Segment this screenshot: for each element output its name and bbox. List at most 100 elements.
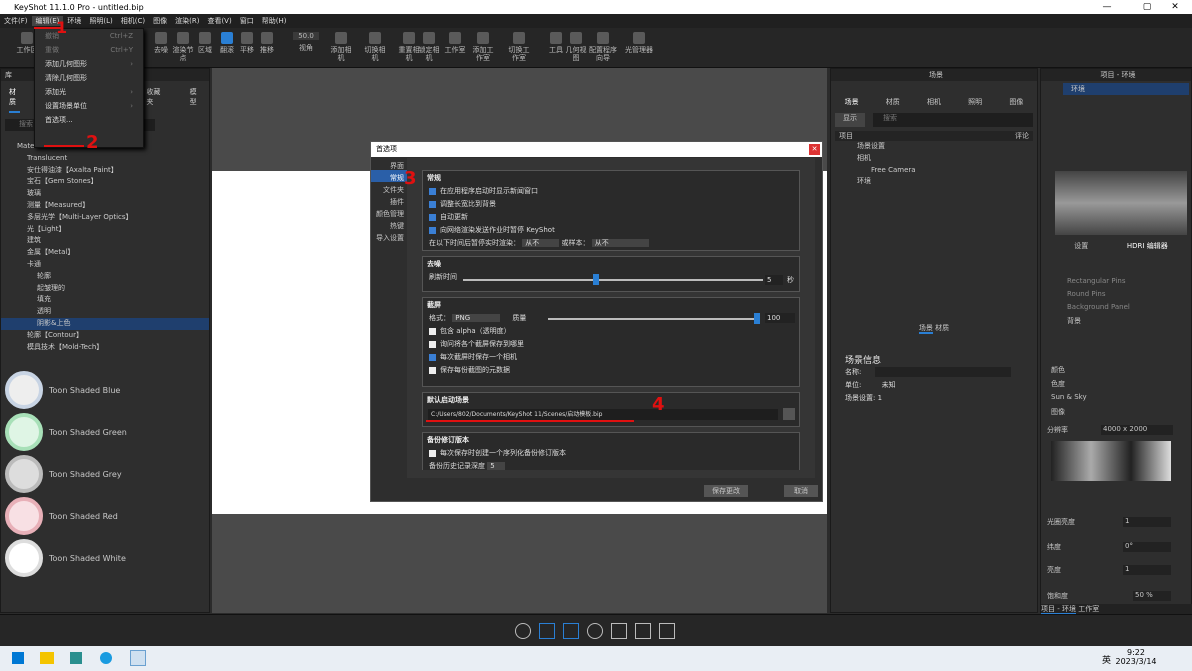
tab-scene-lighting[interactable]: 照明 [968,97,982,107]
list-item[interactable]: 起皱理的 [1,283,209,295]
checkbox-backup[interactable]: 每次保存时创建一个序列化备份修订版本 [423,447,799,460]
exposure-field[interactable]: 1 [1123,565,1171,575]
tool-reset-camera[interactable]: 重置相机 [398,32,420,62]
checkbox-pause-network[interactable]: 向网络渲染发送作业时暂停 KeyShot [423,224,799,237]
library-toggle-icon[interactable] [539,623,555,639]
explorer-icon[interactable] [40,652,54,664]
tree-scene-settings[interactable]: 场景设置 [831,141,1037,153]
tool-region[interactable]: 区域 [194,32,216,54]
tab-env-settings[interactable]: 设置 [1074,241,1088,251]
nav-general[interactable]: 常规 [371,170,407,182]
checkbox-ask-location[interactable]: 询问将各个截屏保存到哪里 [423,338,799,351]
thumb-blue[interactable]: Toon Shaded Blue [5,369,205,411]
dialog-close-button[interactable]: ✕ [809,144,820,155]
tool-switch-studio[interactable]: 切换工作室 [508,32,530,62]
quality-slider-handle[interactable] [754,313,760,324]
format-select[interactable]: PNG [452,314,501,322]
list-item[interactable]: 卡通 [1,259,209,271]
start-icon[interactable] [12,652,24,664]
subtab-material[interactable]: 材质 [935,324,949,332]
subtab-scene[interactable]: 场景 [918,324,933,335]
quality-value[interactable]: 100 [765,313,795,323]
tool-add-studio[interactable]: 添加工作室 [472,32,494,62]
nav-folders[interactable]: 文件夹 [371,182,407,194]
tab-studio[interactable]: 工作室 [1078,605,1099,613]
checkbox-autoupdate[interactable]: 自动更新 [423,211,799,224]
tool-geometry-view[interactable]: 几何视图 [565,32,587,62]
tool-add-camera[interactable]: 添加相机 [330,32,352,62]
list-item[interactable]: 光【Light】 [1,224,209,236]
list-item[interactable]: Translucent [1,153,209,165]
refresh-slider[interactable] [463,279,763,281]
tool-render-node[interactable]: 渲染节点 [172,32,194,62]
menu-item-scene-units[interactable]: 设置场景单位 › [35,99,143,113]
scene-search[interactable]: 搜索 [873,113,1033,127]
tree-environment[interactable]: 环境 [831,176,1037,188]
checkbox-save-camera[interactable]: 每次截屏时保存一个相机 [423,351,799,364]
menu-item-clear-geometry[interactable]: 清除几何图形 [35,71,143,85]
pin-background[interactable]: 背景 [1067,316,1187,329]
radio-gradient[interactable]: 色度 [1051,379,1087,393]
nav-color-mgmt[interactable]: 颜色管理 [371,206,407,218]
tool-switch-camera[interactable]: 切换相机 [364,32,386,62]
tool-studio[interactable]: 工作室 [444,32,466,54]
nav-interface[interactable]: 界面 [371,158,407,170]
menu-item-add-geometry[interactable]: 添加几何图形 › [35,57,143,71]
show-button[interactable]: 显示 [835,113,865,127]
list-item[interactable]: 轮廓 [1,271,209,283]
menu-item-preferences[interactable]: 首选项... [35,113,143,127]
animation-icon[interactable] [587,623,603,639]
radio-image[interactable]: 图像 [1051,407,1087,421]
nav-import[interactable]: 导入设置 [371,230,407,242]
tool-light-manager[interactable]: 光管理器 [624,32,654,54]
list-item[interactable]: 轮廓【Contour】 [1,330,209,342]
tab-scene-camera[interactable]: 相机 [927,97,941,107]
close-button[interactable]: ✕ [1158,0,1192,14]
refresh-value[interactable]: 5 [765,275,783,285]
pause-time-field[interactable]: 从不 [522,239,560,247]
menu-item-add-light[interactable]: 添加光 › [35,85,143,99]
checkbox-news[interactable]: 在应用程序启动时显示新闻窗口 [423,185,799,198]
list-item[interactable]: 透明 [1,306,209,318]
nav-hotkeys[interactable]: 热键 [371,218,407,230]
tab-hdri-editor[interactable]: HDRI 编辑器 [1127,241,1168,251]
menu-camera[interactable]: 相机(C) [117,16,149,26]
render-icon[interactable] [635,623,651,639]
edge-icon[interactable] [100,652,112,664]
thumb-red[interactable]: Toon Shaded Red [5,495,205,537]
env-item[interactable]: 环境 [1063,83,1189,95]
pin-round[interactable]: Round Pins [1067,290,1187,303]
list-item[interactable]: 阴影&上色 [1,317,209,330]
pin-rectangular[interactable]: Rectangular Pins [1067,277,1187,290]
list-item[interactable]: 建筑 [1,235,209,247]
menu-item-undo[interactable]: 撤销 Ctrl+Z [35,29,143,43]
tab-scene[interactable]: 场景 [845,97,859,107]
tree-camera[interactable]: 相机 [831,153,1037,165]
menu-file[interactable]: 文件(F) [0,16,32,26]
scene-name-field[interactable] [875,367,1012,378]
list-item[interactable]: 多层光学【Multi-Layer Optics】 [1,212,209,224]
project-toggle-icon[interactable] [563,623,579,639]
tab-scene-materials[interactable]: 材质 [886,97,900,107]
gradient-editor[interactable] [1051,441,1171,481]
menu-render[interactable]: 渲染(R) [171,16,203,26]
tool-configurator[interactable]: 配置程序向导 [588,32,618,62]
backup-depth-field[interactable]: 5 [487,462,505,470]
list-item[interactable]: 模具技术【Mold-Tech】 [1,342,209,354]
tree-free-camera[interactable]: Free Camera [831,165,1037,177]
resolution-field[interactable]: 4000 x 2000 [1101,425,1173,435]
app-icon[interactable] [70,652,82,664]
menu-image[interactable]: 图像 [149,16,171,26]
thumb-white[interactable]: Toon Shaded White [5,537,205,579]
thumb-green[interactable]: Toon Shaded Green [5,411,205,453]
quality-slider[interactable] [548,318,758,320]
rotation-field[interactable]: 0° [1123,542,1171,552]
menu-help[interactable]: 帮助(H) [258,16,291,26]
list-item[interactable]: 测量【Measured】 [1,200,209,212]
language-indicator[interactable]: 英 [1102,653,1111,666]
nav-plugins[interactable]: 插件 [371,194,407,206]
import-icon[interactable] [515,623,531,639]
menu-lighting[interactable]: 照明(L) [85,16,116,26]
tool-dolly[interactable]: 推移 [256,32,278,54]
list-item[interactable]: 填充 [1,294,209,306]
